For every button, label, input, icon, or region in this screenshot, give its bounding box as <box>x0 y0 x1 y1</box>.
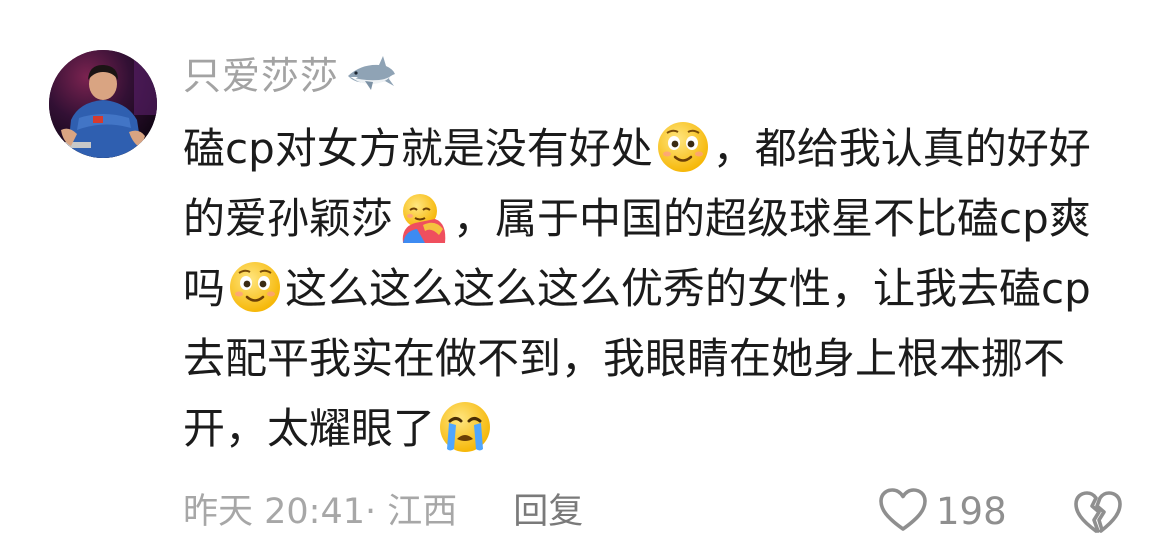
username[interactable]: 只爱莎莎 <box>183 50 339 102</box>
avatar-image <box>49 50 157 158</box>
comment-meta: 昨天 20:41 · 江西 回复 <box>183 487 583 537</box>
like-button[interactable]: 198 <box>878 486 1007 538</box>
heart-outline-icon <box>878 487 928 537</box>
crying-face-emoji <box>437 399 493 455</box>
username-row: 只爱莎莎 <box>183 50 397 102</box>
reply-button[interactable]: 回复 <box>513 487 583 537</box>
comment-timestamp: 昨天 20:41 <box>183 492 365 532</box>
broken-heart-outline-icon <box>1072 491 1124 542</box>
smiling-face-emoji <box>227 259 283 315</box>
avatar[interactable] <box>49 50 157 158</box>
smiling-face-emoji <box>655 119 711 175</box>
like-count: 198 <box>936 490 1007 533</box>
hugging-face-emoji <box>395 189 451 245</box>
comment-text-segment: 这么这么这么这么优秀的女性，让我去磕cp去配平我实在做不到，我眼睛在她身上根本挪… <box>183 264 1091 453</box>
dislike-button[interactable] <box>1072 486 1124 538</box>
comment-location: · 江西 <box>365 492 458 532</box>
comment-text-segment: 磕cp对女方就是没有好处 <box>183 124 653 173</box>
comment-text: 磕cp对女方就是没有好处 ，都给我认真的好好的爱孙颖莎 ，属于中国的超级球星不比磕c… <box>183 114 1113 464</box>
shark-icon <box>345 50 397 102</box>
comment-item: 只爱莎莎 磕cp对女方就是没有好处 ，都给我认真的好好的爱孙颖莎 ，属于中国的超级球… <box>0 0 1169 542</box>
